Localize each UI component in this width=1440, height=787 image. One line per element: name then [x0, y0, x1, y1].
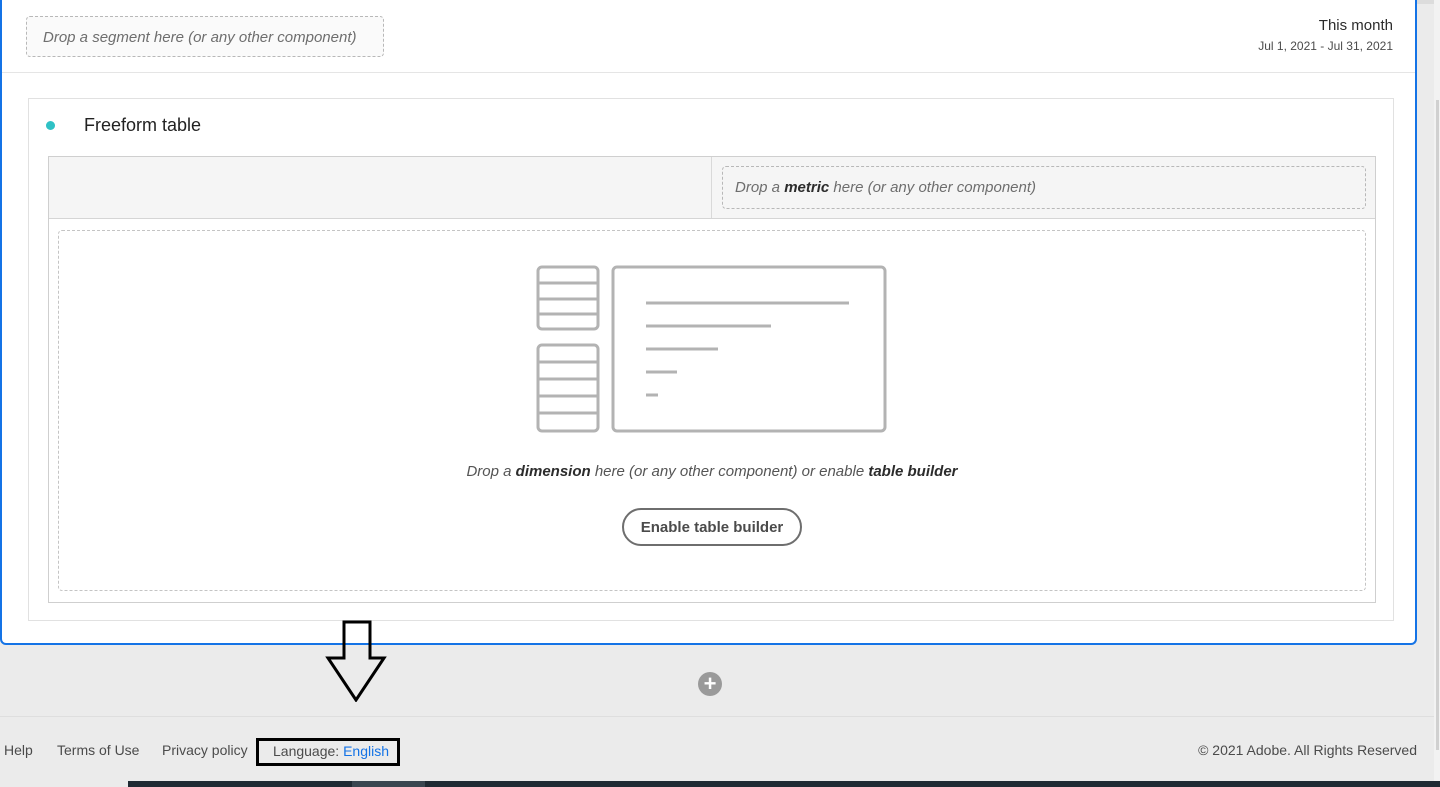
language-label: Language: English	[273, 743, 389, 759]
analysis-panel: Drop a segment here (or any other compon…	[0, 0, 1417, 645]
copyright: © 2021 Adobe. All Rights Reserved	[1198, 742, 1417, 758]
help-link[interactable]: Help	[4, 742, 33, 758]
freeform-table: Drop a metric here (or any other compone…	[48, 156, 1376, 603]
footer-divider	[0, 716, 1434, 717]
terms-link[interactable]: Terms of Use	[57, 742, 139, 758]
date-range-value: Jul 1, 2021 - Jul 31, 2021	[1258, 39, 1393, 53]
dimension-drop-strong: dimension	[515, 463, 591, 480]
dimension-drop-middle: here (or any other component) or enable	[590, 463, 869, 480]
metric-drop-strong: metric	[784, 179, 830, 196]
taskbar	[128, 781, 1440, 787]
visualization-title[interactable]: Freeform table	[84, 115, 201, 136]
taskbar-highlight	[352, 781, 425, 787]
dimension-drop-zone[interactable]: Drop a dimension here (or any other comp…	[58, 230, 1366, 591]
language-label-text: Language:	[273, 743, 344, 759]
table-illustration-icon	[536, 265, 887, 433]
metric-drop-prefix: Drop a	[735, 179, 785, 196]
language-selector[interactable]: Language: English	[256, 738, 400, 766]
language-value[interactable]: English	[343, 743, 389, 759]
dimension-drop-text: Drop a dimension here (or any other comp…	[59, 463, 1365, 480]
dimension-header-cell	[49, 157, 712, 218]
scrollbar-thumb[interactable]	[1436, 100, 1439, 750]
down-arrow-icon	[325, 620, 387, 702]
date-range-label: This month	[1318, 17, 1393, 34]
privacy-link[interactable]: Privacy policy	[162, 742, 248, 758]
metric-drop-suffix: here (or any other component)	[829, 179, 1037, 196]
footer: Help Terms of Use Privacy policy Languag…	[0, 738, 1440, 766]
date-range-selector[interactable]: This month Jul 1, 2021 - Jul 31, 2021	[1258, 16, 1393, 54]
segment-drop-zone[interactable]: Drop a segment here (or any other compon…	[26, 16, 384, 57]
table-header: Drop a metric here (or any other compone…	[49, 157, 1375, 219]
status-dot	[46, 121, 55, 130]
metric-drop-zone[interactable]: Drop a metric here (or any other compone…	[722, 166, 1366, 209]
dimension-drop-prefix: Drop a	[466, 463, 516, 480]
panel-divider	[2, 72, 1415, 73]
enable-table-builder-button[interactable]: Enable table builder	[622, 508, 802, 546]
freeform-table-visualization: Freeform table Drop a metric here (or an…	[28, 98, 1394, 621]
table-builder-strong: table builder	[868, 463, 958, 480]
plus-circle-icon[interactable]: +	[698, 672, 722, 696]
